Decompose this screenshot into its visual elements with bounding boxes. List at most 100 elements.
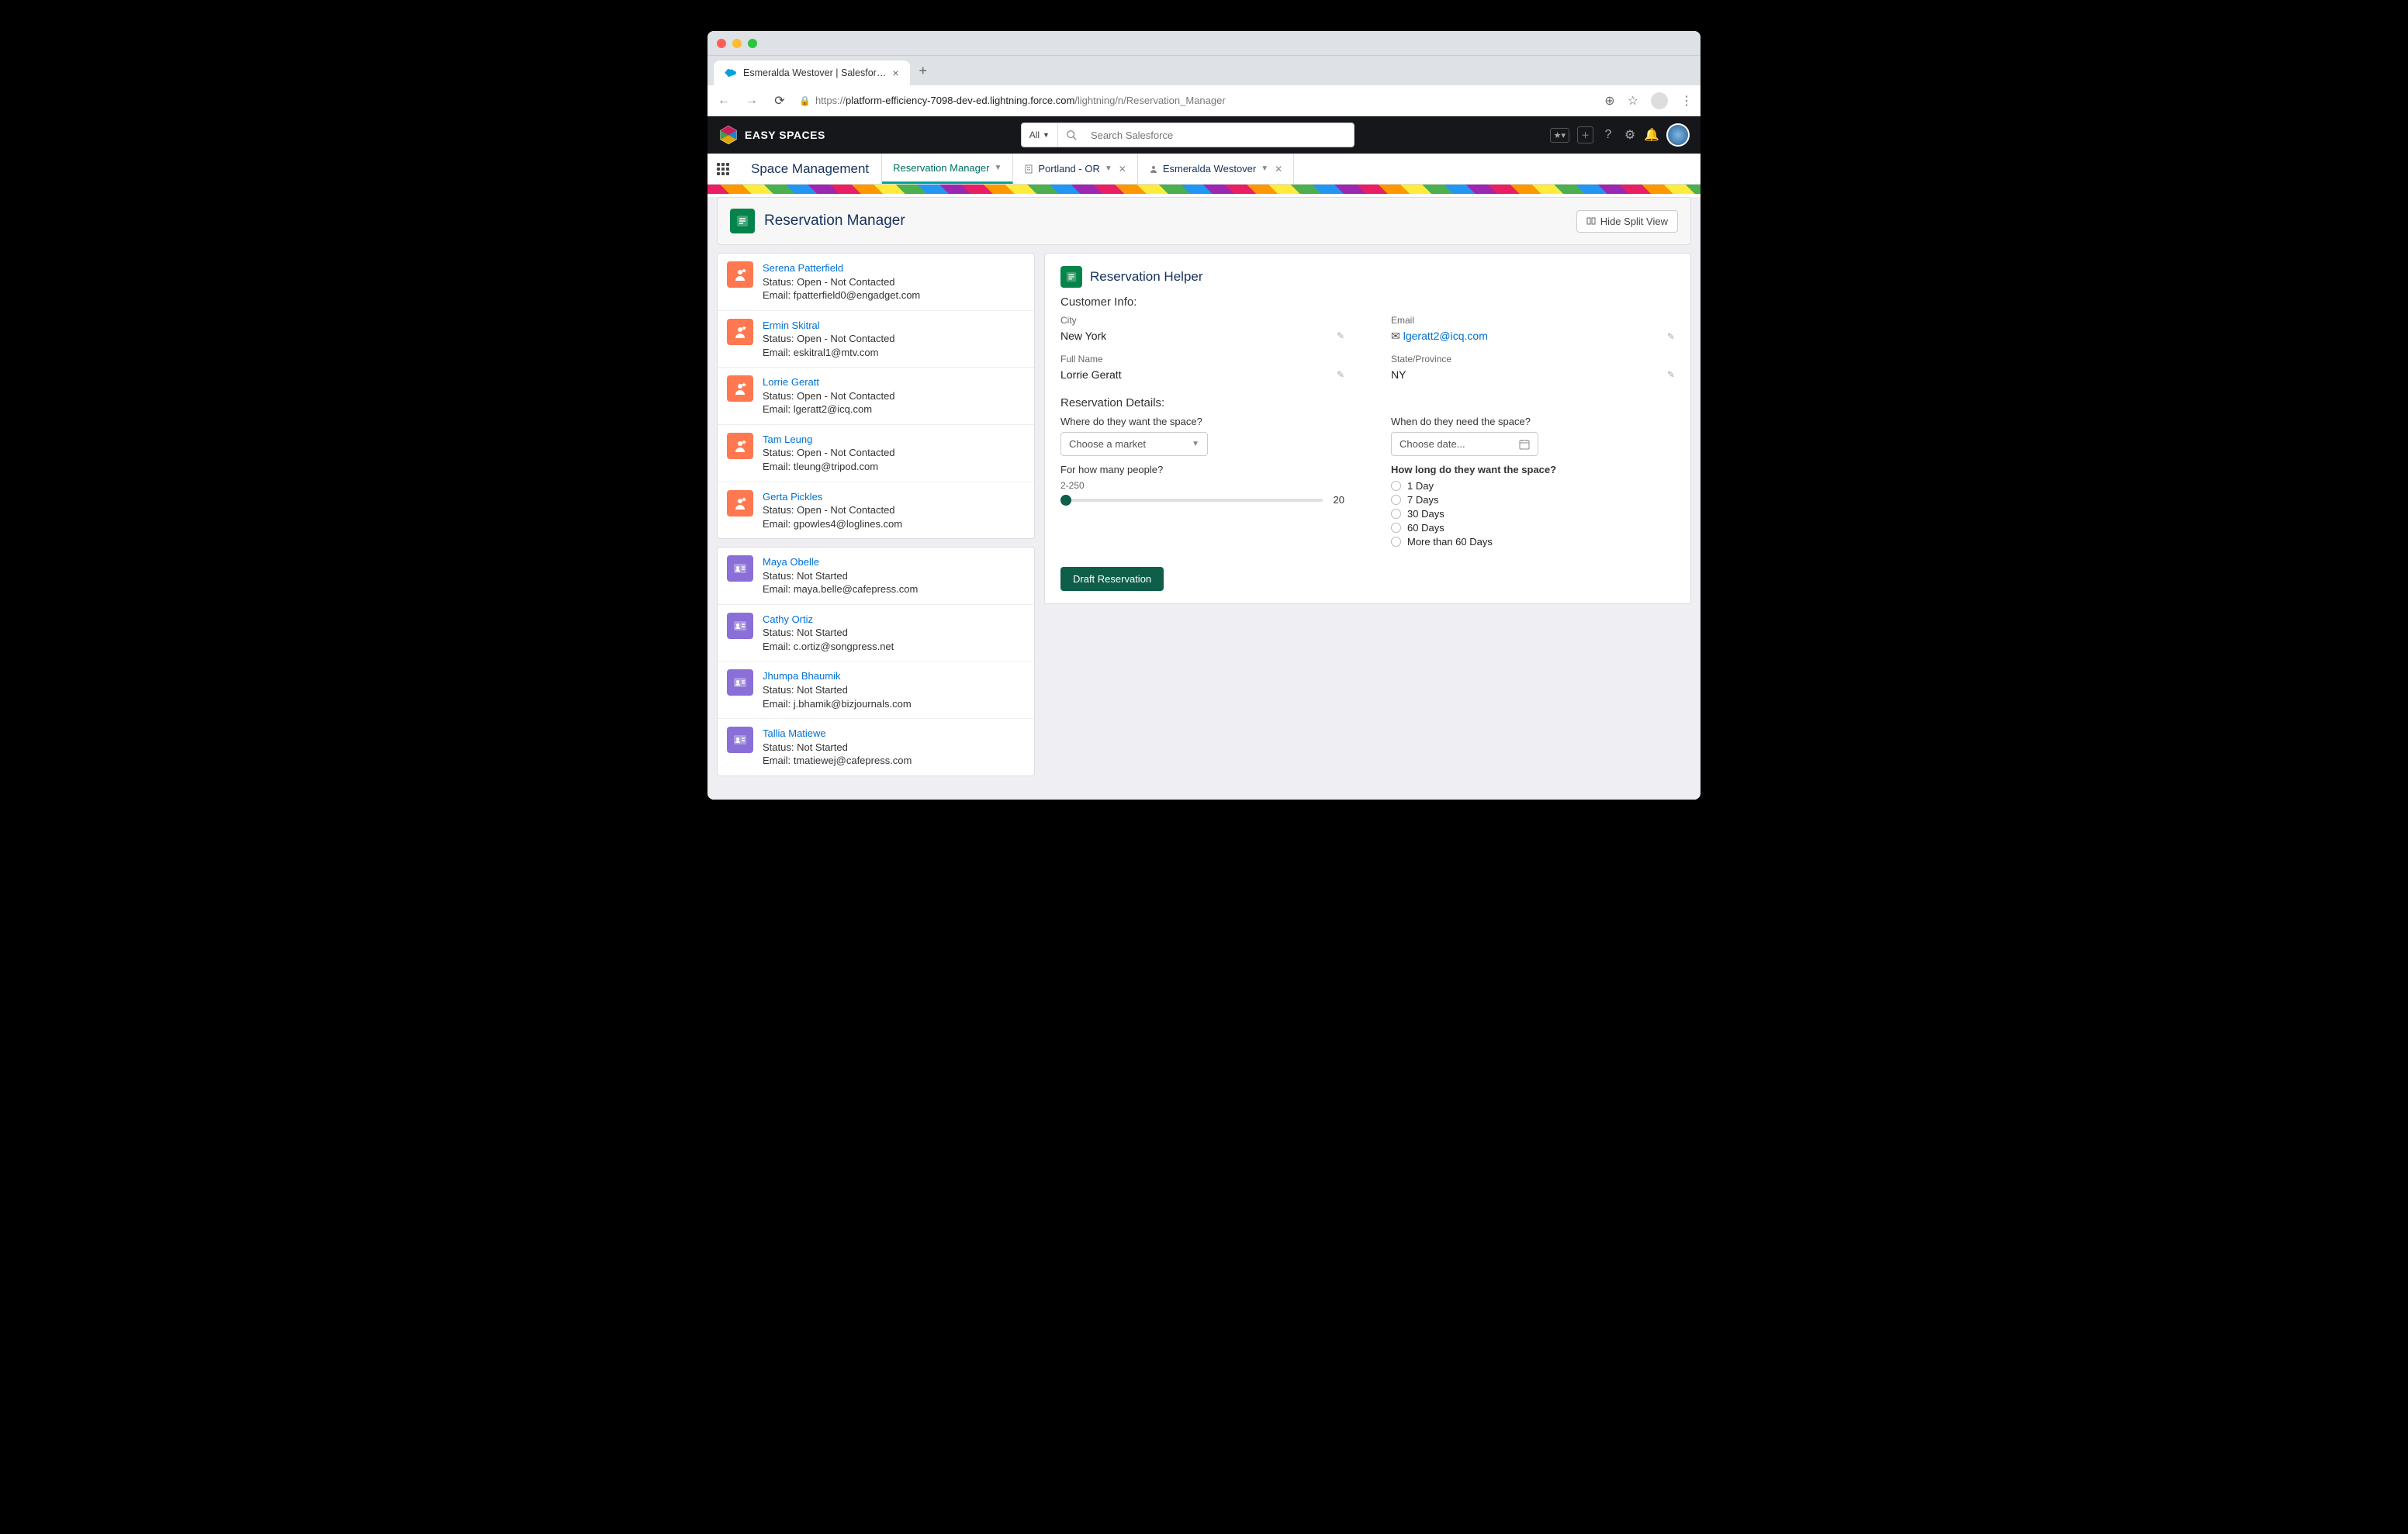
browser-toolbar: ← → ⟳ 🔒 https://platform-efficiency-7098… [708,85,1700,116]
app-nav: Space Management Reservation Manager ▼ P… [708,154,1700,185]
list-item[interactable]: Tam Leung Status: Open - Not Contacted E… [718,425,1034,482]
window-close-dot[interactable] [717,39,726,48]
chevron-down-icon[interactable]: ▼ [994,164,1002,172]
where-question: Where do they want the space? [1060,416,1344,427]
close-icon[interactable]: × [892,67,898,79]
edit-icon[interactable]: ✎ [1337,330,1344,341]
list-item-status: Status: Open - Not Contacted [763,332,895,346]
list-item[interactable]: Serena Patterfield Status: Open - Not Co… [718,254,1034,311]
add-button[interactable]: ＋ [1577,126,1593,143]
list-item-icon [727,319,753,345]
list-item-name[interactable]: Tallia Matiewe [763,727,912,741]
market-select[interactable]: Choose a market ▼ [1060,432,1208,456]
list-item-status: Status: Open - Not Contacted [763,275,920,289]
page-header: Reservation Manager Hide Split View [717,197,1691,245]
brand-name: EASY SPACES [745,129,825,141]
duration-radio-option[interactable]: 60 Days [1391,522,1675,534]
duration-question: How long do they want the space? [1391,464,1675,475]
chevron-down-icon: ▼ [1192,440,1199,448]
radio-label: 30 Days [1407,508,1444,520]
duration-radio-option[interactable]: 1 Day [1391,480,1675,492]
list-item-name[interactable]: Serena Patterfield [763,261,920,275]
page-title: Reservation Manager [764,212,905,230]
window-min-dot[interactable] [732,39,742,48]
list-item-email: Email: j.bhamik@bizjournals.com [763,697,912,711]
edit-icon[interactable]: ✎ [1667,369,1675,380]
list-item-icon [727,261,753,288]
forward-button[interactable]: → [743,94,760,108]
state-label: State/Province [1391,354,1675,364]
radio-icon [1391,495,1401,505]
list-item[interactable]: Gerta Pickles Status: Open - Not Contact… [718,482,1034,539]
nav-tab-label: Esmeralda Westover [1163,163,1256,174]
user-avatar[interactable] [1666,123,1690,147]
close-icon[interactable]: ✕ [1275,164,1282,174]
list-item-name[interactable]: Gerta Pickles [763,490,902,504]
chevron-down-icon: ▼ [1043,131,1050,139]
list-item-email: Email: maya.belle@cafepress.com [763,582,918,596]
list-item-name[interactable]: Lorrie Geratt [763,375,895,389]
window-max-dot[interactable] [748,39,757,48]
menu-icon[interactable]: ⋮ [1680,93,1693,109]
page-icon [730,209,755,233]
setup-gear-icon[interactable]: ⚙ [1623,128,1637,142]
list-item-icon [727,669,753,696]
list-item[interactable]: Maya Obelle Status: Not Started Email: m… [718,548,1034,605]
back-button[interactable]: ← [715,94,732,108]
duration-radio-option[interactable]: More than 60 Days [1391,536,1675,548]
app-header: EASY SPACES All ▼ ★▾ ＋ ? ⚙ 🔔 [708,116,1700,154]
edit-icon[interactable]: ✎ [1667,331,1675,342]
list-item-email: Email: lgeratt2@icq.com [763,403,895,416]
nav-tab-portland[interactable]: Portland - OR ▼ ✕ [1013,154,1137,184]
zoom-icon[interactable]: ⊕ [1604,93,1614,109]
profile-avatar[interactable] [1651,92,1668,109]
list-item-email: Email: tmatiewej@cafepress.com [763,754,912,768]
hide-split-view-button[interactable]: Hide Split View [1576,210,1678,233]
notifications-bell-icon[interactable]: 🔔 [1645,128,1659,142]
list-item-name[interactable]: Jhumpa Bhaumik [763,669,912,683]
list-item-name[interactable]: Maya Obelle [763,555,918,569]
salesforce-cloud-icon [725,68,737,78]
list-item-icon [727,555,753,582]
people-question: For how many people? [1060,464,1344,475]
people-slider[interactable]: 20 [1060,494,1344,506]
list-item[interactable]: Tallia Matiewe Status: Not Started Email… [718,719,1034,776]
favorites-button[interactable]: ★▾ [1550,128,1569,143]
list-item[interactable]: Lorrie Geratt Status: Open - Not Contact… [718,368,1034,425]
list-item[interactable]: Jhumpa Bhaumik Status: Not Started Email… [718,662,1034,719]
nav-tab-reservation-manager[interactable]: Reservation Manager ▼ [882,154,1013,184]
chevron-down-icon[interactable]: ▼ [1261,164,1268,173]
list-item-name[interactable]: Cathy Ortiz [763,613,894,627]
list-item-name[interactable]: Tam Leung [763,433,895,447]
draft-reservation-button[interactable]: Draft Reservation [1060,567,1164,591]
brand-logo[interactable]: EASY SPACES [718,125,825,145]
reload-button[interactable]: ⟳ [771,93,788,109]
help-icon[interactable]: ? [1601,128,1615,142]
fullname-value: Lorrie Geratt [1060,368,1122,381]
radio-label: More than 60 Days [1407,536,1493,548]
nav-tab-esmeralda[interactable]: Esmeralda Westover ▼ ✕ [1138,154,1294,184]
duration-radio-option[interactable]: 7 Days [1391,494,1675,506]
email-link[interactable]: lgeratt2@icq.com [1403,330,1488,342]
list-item-icon [727,613,753,639]
new-tab-button[interactable]: + [910,57,937,85]
app-launcher[interactable] [708,154,739,184]
list-item[interactable]: Cathy Ortiz Status: Not Started Email: c… [718,605,1034,662]
date-picker[interactable]: Choose date... [1391,432,1538,456]
search-input[interactable] [1085,130,1354,141]
radio-label: 1 Day [1407,480,1434,492]
duration-radio-option[interactable]: 30 Days [1391,508,1675,520]
global-search: All ▼ [1021,123,1354,147]
browser-tab[interactable]: Esmeralda Westover | Salesfor… × [714,60,910,85]
star-icon[interactable]: ☆ [1628,93,1638,109]
list-item[interactable]: Ermin Skitral Status: Open - Not Contact… [718,311,1034,368]
list-item-name[interactable]: Ermin Skitral [763,319,895,333]
slider-thumb[interactable] [1060,495,1071,506]
edit-icon[interactable]: ✎ [1337,369,1344,380]
search-scope-dropdown[interactable]: All ▼ [1022,123,1058,147]
radio-icon [1391,481,1401,491]
close-icon[interactable]: ✕ [1119,164,1126,174]
address-bar[interactable]: 🔒 https://platform-efficiency-7098-dev-e… [799,95,1593,106]
reservation-details-heading: Reservation Details: [1060,396,1675,409]
chevron-down-icon[interactable]: ▼ [1105,164,1112,173]
